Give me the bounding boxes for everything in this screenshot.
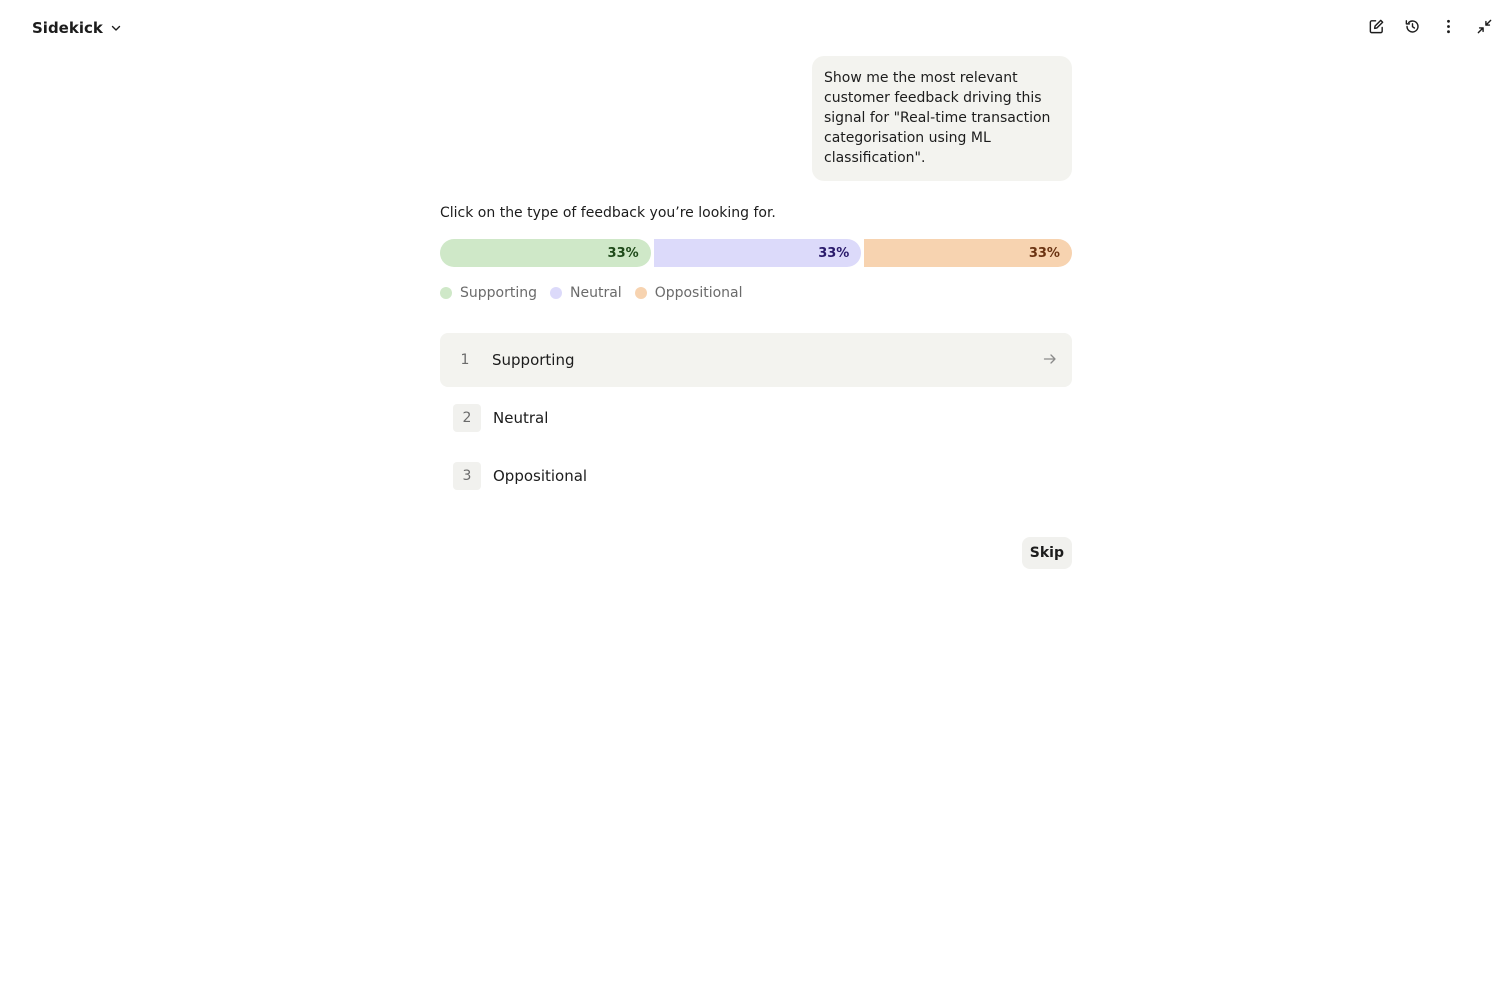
history-button[interactable] [1394,10,1430,46]
minimize-icon [1476,18,1493,39]
legend-item-oppositional: Oppositional [634,285,743,301]
more-options-button[interactable] [1430,10,1466,46]
more-vertical-icon [1440,18,1457,39]
top-actions [1358,10,1502,46]
user-message: Show me the most relevant customer feedb… [812,56,1072,181]
new-chat-icon [1368,18,1385,39]
legend-dot-supporting [440,287,452,299]
app-title: Sidekick [32,19,103,37]
neutral-segment[interactable]: 33% [650,239,862,267]
option-number: 2 [453,404,481,432]
option-neutral[interactable]: 2 Neutral [440,391,1072,445]
option-label: Neutral [493,409,549,427]
arrow-right-icon [1042,351,1058,367]
top-bar: Sidekick [0,0,1512,56]
option-number: 1 [460,352,470,368]
neutral-percent: 33% [818,245,850,261]
new-chat-button[interactable] [1358,10,1394,46]
option-number: 3 [453,462,481,490]
history-icon [1404,18,1421,39]
app-switcher[interactable]: Sidekick [32,16,123,40]
assistant-prompt: Click on the type of feedback you’re loo… [440,205,776,221]
option-supporting[interactable]: 1 Supporting [440,333,1072,387]
oppositional-percent: 33% [1028,245,1060,261]
conversation: Show me the most relevant customer feedb… [440,56,1072,569]
user-message-row: Show me the most relevant customer feedb… [440,56,1072,181]
option-label: Supporting [492,351,575,369]
feedback-type-options: 1 Supporting 2 Neutral 3 Oppositional [440,333,1072,503]
legend-item-supporting: Supporting [440,285,537,301]
supporting-percent: 33% [607,245,639,261]
skip-button[interactable]: Skip [1021,537,1072,569]
legend-label: Oppositional [654,285,743,301]
supporting-segment[interactable]: 33% [440,239,651,267]
legend-item-neutral: Neutral [550,285,622,301]
oppositional-segment[interactable]: 33% [861,239,1072,267]
legend-dot-neutral [550,287,562,299]
legend-label: Supporting [460,285,537,301]
option-oppositional[interactable]: 3 Oppositional [440,449,1072,503]
legend-label: Neutral [570,285,622,301]
legend: Supporting Neutral Oppositional [440,285,1072,301]
option-label: Oppositional [493,467,588,485]
legend-dot-oppositional [634,287,647,299]
feedback-distribution-bar: 33% 33% 33% [440,239,1072,267]
skip-row: Skip [440,537,1072,569]
chevron-down-icon [109,21,123,35]
minimize-button[interactable] [1466,10,1502,46]
